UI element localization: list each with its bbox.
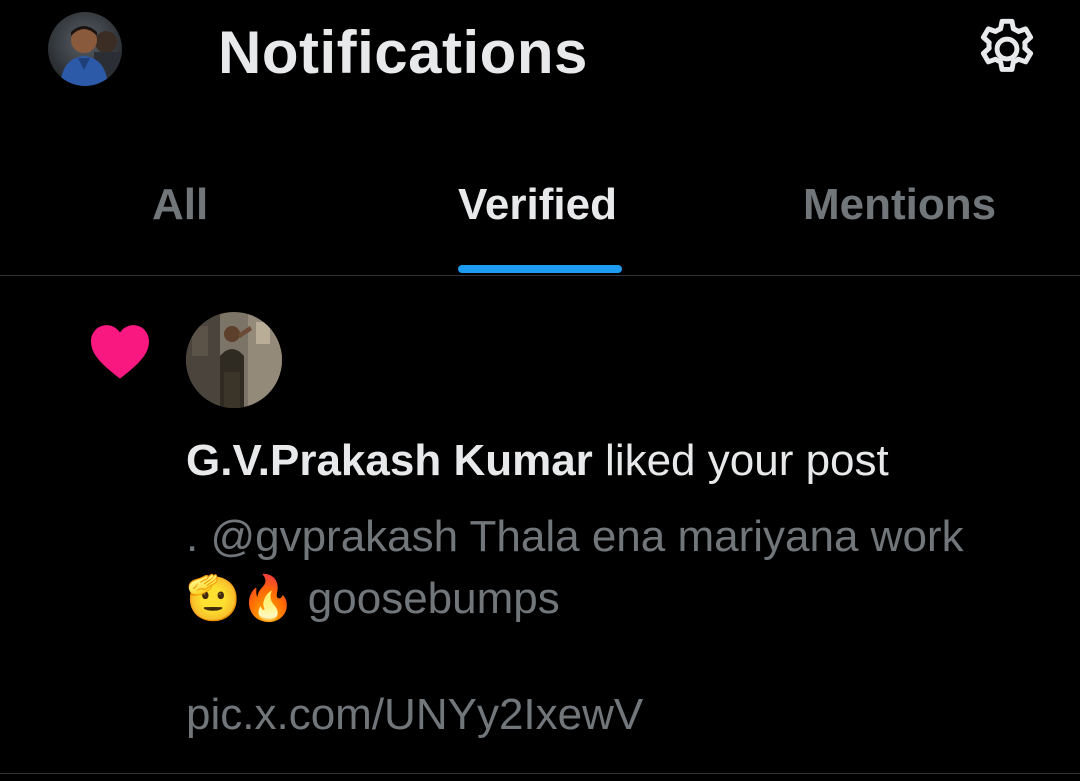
actor-name[interactable]: G.V.Prakash Kumar bbox=[186, 436, 593, 485]
post-media-link[interactable]: pic.x.com/UNYy2IxewV bbox=[186, 690, 643, 740]
header: Notifications bbox=[0, 0, 1080, 110]
tab-bar: All Verified Mentions bbox=[0, 150, 1080, 276]
tab-verified-label: Verified bbox=[458, 180, 617, 229]
post-preview: . @gvprakash Thala ena mariyana work 🫡🔥 … bbox=[186, 506, 1026, 630]
notification-text: G.V.Prakash Kumar liked your post bbox=[186, 436, 889, 486]
tab-all[interactable]: All bbox=[152, 180, 208, 275]
settings-button[interactable] bbox=[972, 14, 1042, 84]
action-text: liked your post bbox=[592, 436, 889, 485]
profile-avatar[interactable] bbox=[48, 12, 122, 86]
tab-mentions[interactable]: Mentions bbox=[803, 180, 996, 275]
actor-avatar[interactable] bbox=[186, 312, 282, 408]
tab-mentions-label: Mentions bbox=[803, 180, 997, 229]
tab-all-label: All bbox=[152, 180, 209, 229]
page-title: Notifications bbox=[218, 19, 588, 86]
heart-icon bbox=[91, 325, 149, 379]
active-tab-indicator bbox=[458, 265, 622, 273]
gear-icon bbox=[980, 18, 1034, 72]
notifications-screen: Notifications All Verified Mentions G.V.… bbox=[0, 0, 1080, 781]
post-text-line-1: . @gvprakash Thala ena mariyana work bbox=[186, 512, 964, 561]
avatar-image bbox=[48, 12, 122, 86]
post-text-line-2: 🫡🔥 goosebumps bbox=[186, 574, 560, 623]
tab-verified[interactable]: Verified bbox=[458, 180, 617, 275]
notification-item[interactable]: G.V.Prakash Kumar liked your post . @gvp… bbox=[0, 276, 1080, 774]
actor-avatar-image bbox=[186, 312, 282, 408]
